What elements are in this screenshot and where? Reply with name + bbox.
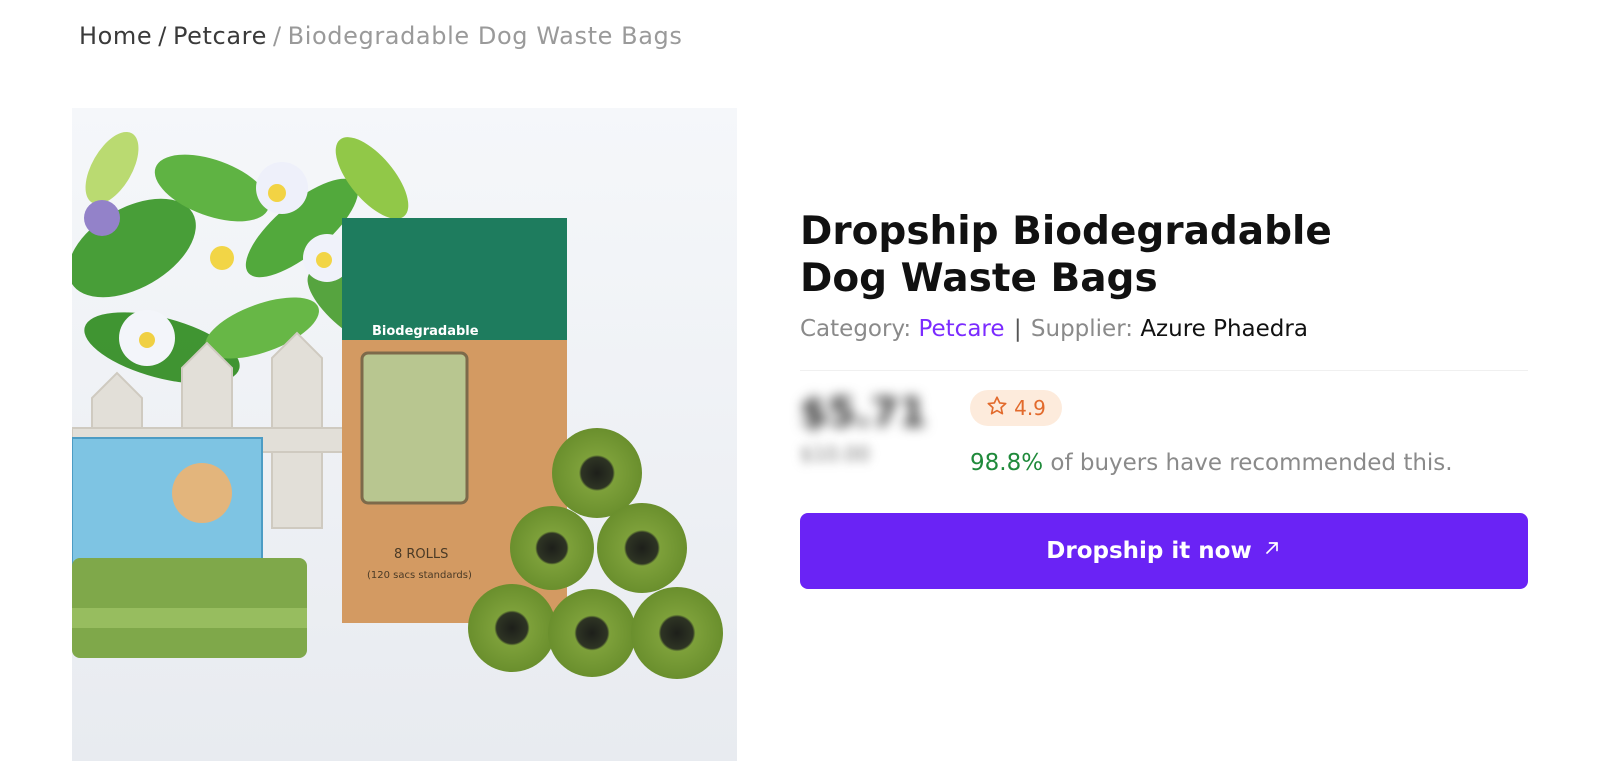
recommend-label: of buyers have recommended this. [1050,450,1453,476]
breadcrumb-category-link[interactable]: Petcare [173,22,267,50]
arrow-up-right-icon [1262,538,1282,564]
supplier-label: Supplier: [1030,316,1133,342]
breadcrumb: Home / Petcare / Biodegradable Dog Waste Bag… [79,22,682,50]
rating-value: 4.9 [1014,396,1046,420]
price-block: $5.71 $10.00 [800,390,930,466]
dropship-now-button[interactable]: Dropship it now [800,513,1528,589]
product-meta: Category: Petcare | Supplier: Azure Phae… [800,316,1308,342]
dropship-now-label: Dropship it now [1046,538,1252,564]
meta-divider: | [1013,316,1022,342]
product-title: Dropship Biodegradable Dog Waste Bags [800,209,1332,301]
supplier-name: Azure Phaedra [1140,316,1308,342]
box-label-biodegradable: Biodegradable [372,324,479,339]
box-label-sacs: (120 sacs standards) [367,570,472,581]
star-outline-icon [986,395,1008,422]
rating-badge: 4.9 [970,390,1062,426]
breadcrumb-current: Biodegradable Dog Waste Bags [287,22,683,50]
divider-line [800,370,1528,371]
box-label-rolls: 8 ROLLS [394,547,448,562]
recommend-percent: 98.8% [970,450,1044,476]
category-link[interactable]: Petcare [918,316,1004,342]
price-current: $5.71 [800,390,927,436]
price-original: $10.00 [800,442,870,466]
recommendation-text: 98.8% of buyers have recommended this. [970,450,1453,476]
breadcrumb-separator: / [158,22,167,50]
breadcrumb-separator: / [272,22,282,50]
breadcrumb-home-link[interactable]: Home [79,22,152,50]
category-label: Category: [800,316,912,342]
product-image[interactable]: Biodegradable 8 ROLLS (120 sacs standard… [72,108,737,761]
product-photo: Biodegradable 8 ROLLS (120 sacs standard… [72,108,737,761]
